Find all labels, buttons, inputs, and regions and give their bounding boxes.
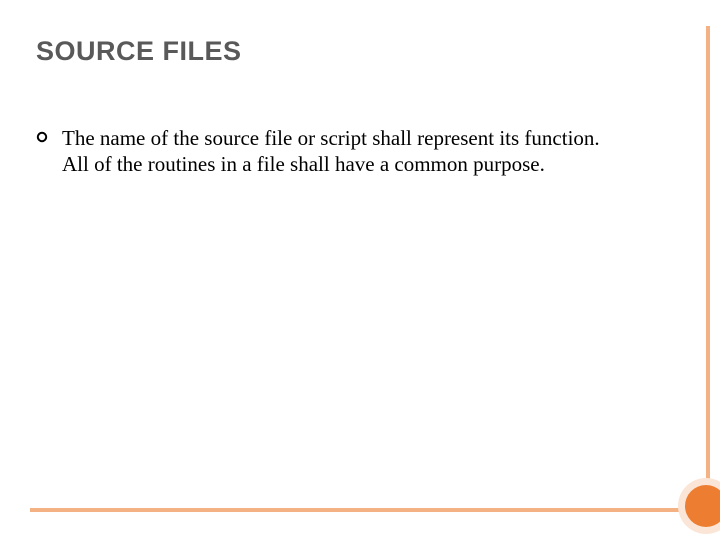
bullet-text: The name of the source file or script sh… [62,125,622,178]
horizontal-accent-rule [30,508,712,512]
vertical-accent-rule [706,26,710,510]
corner-decoration [678,478,720,534]
bullet-circle-icon [36,131,48,143]
corner-circle-inner [685,485,720,527]
slide-title: SOURCE FILES [36,36,672,67]
bullet-item: The name of the source file or script sh… [36,125,672,178]
slide: SOURCE FILES The name of the source file… [0,0,720,540]
